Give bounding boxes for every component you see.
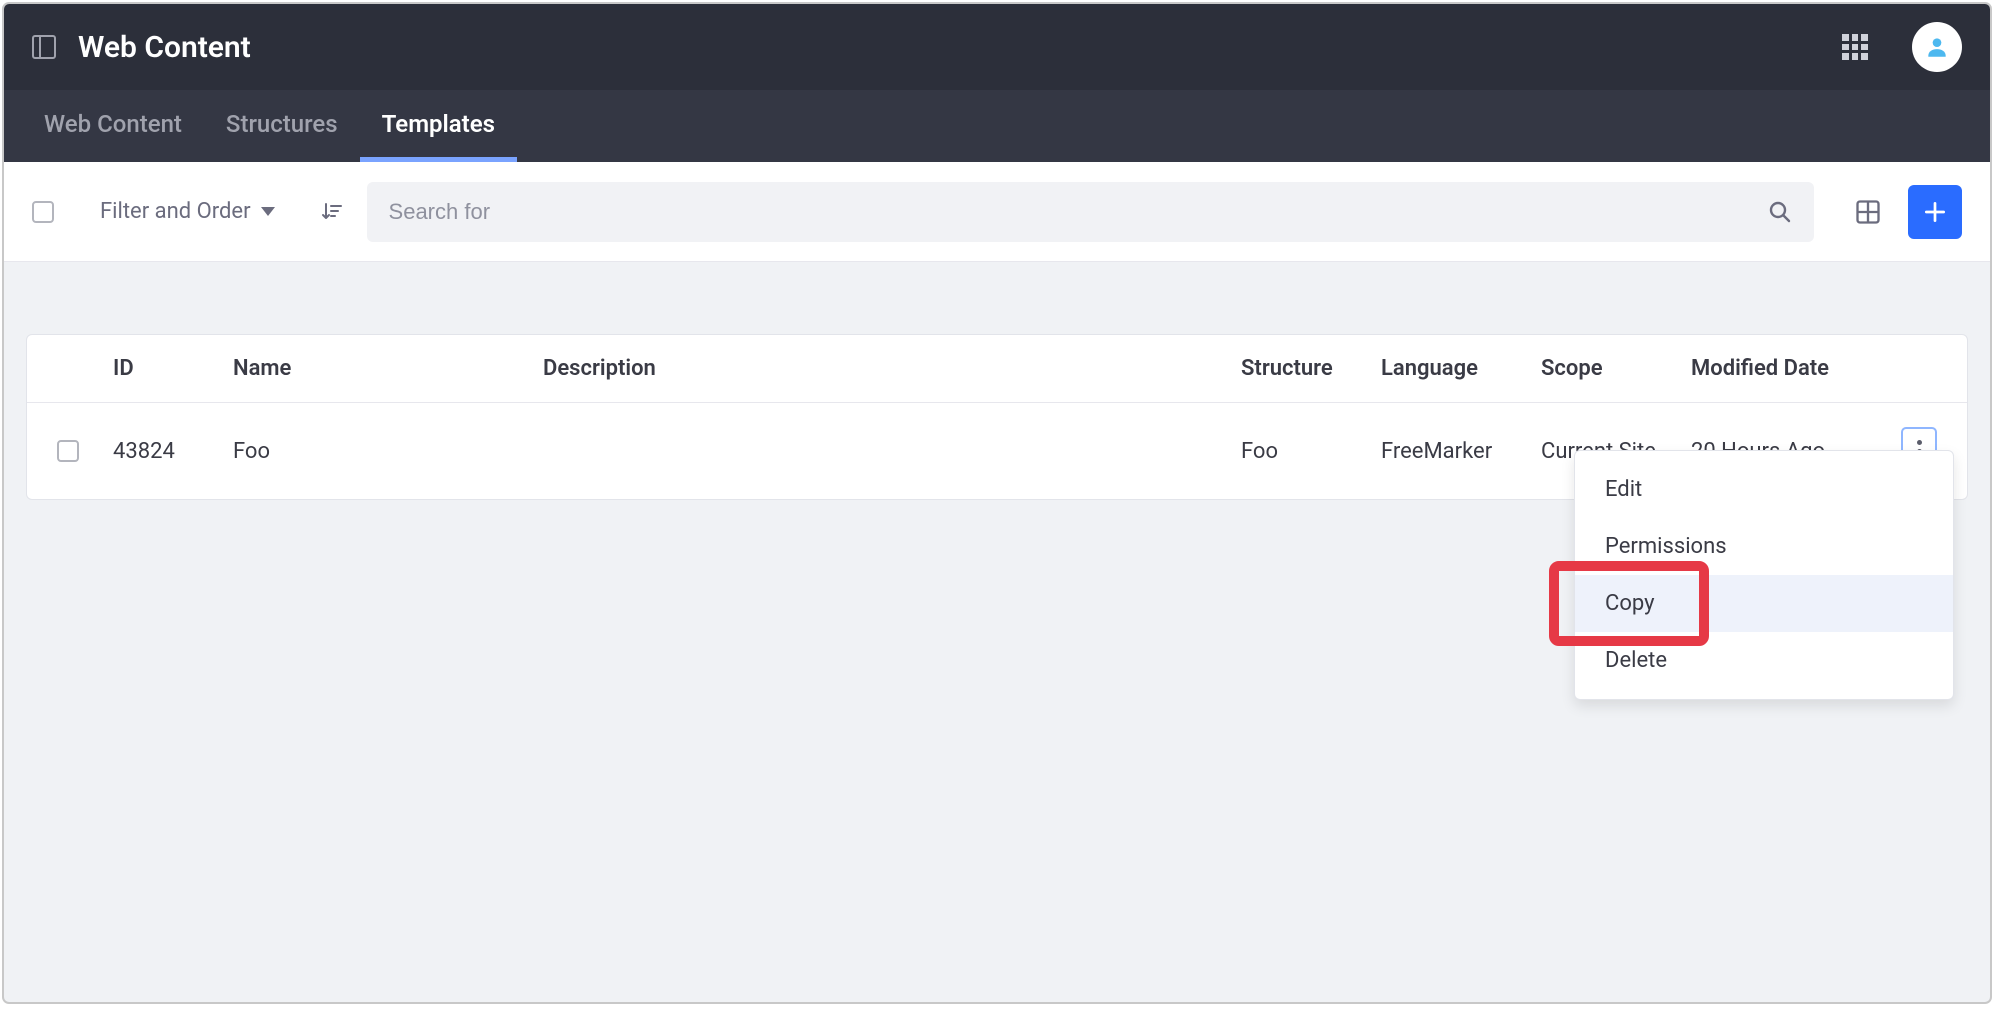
view-mode-button[interactable] xyxy=(1852,196,1884,228)
cell-structure: Foo xyxy=(1229,425,1369,478)
grid-view-icon xyxy=(1854,198,1882,226)
col-scope: Scope xyxy=(1529,342,1679,395)
plus-icon xyxy=(1922,199,1948,225)
page-title: Web Content xyxy=(78,30,251,65)
col-modified: Modified Date xyxy=(1679,342,1889,395)
content-area: ID Name Description Structure Language S… xyxy=(4,262,1990,500)
cell-language: FreeMarker xyxy=(1369,425,1529,478)
row-checkbox[interactable] xyxy=(57,440,79,462)
add-button[interactable] xyxy=(1908,185,1962,239)
nav-tabs: Web Content Structures Templates xyxy=(4,90,1990,162)
topbar: Web Content xyxy=(4,4,1990,90)
table-header-row: ID Name Description Structure Language S… xyxy=(27,335,1967,403)
search-input[interactable] xyxy=(389,199,1752,225)
cell-name: Foo xyxy=(221,425,531,478)
select-all-checkbox[interactable] xyxy=(32,201,54,223)
toolbar: Filter and Order xyxy=(4,162,1990,262)
tab-web-content[interactable]: Web Content xyxy=(32,90,204,162)
cell-id: 43824 xyxy=(101,425,221,478)
menu-item-delete[interactable]: Delete xyxy=(1575,632,1953,689)
search-icon[interactable] xyxy=(1768,200,1792,224)
col-structure: Structure xyxy=(1229,342,1369,395)
col-id: ID xyxy=(101,342,221,395)
panel-toggle-icon[interactable] xyxy=(32,35,56,59)
menu-item-permissions[interactable]: Permissions xyxy=(1575,518,1953,575)
filter-label: Filter and Order xyxy=(100,199,251,224)
col-language: Language xyxy=(1369,342,1529,395)
apps-grid-icon[interactable] xyxy=(1842,34,1868,60)
sort-button[interactable] xyxy=(319,200,343,224)
col-name: Name xyxy=(221,342,531,395)
cell-description xyxy=(531,437,1229,465)
filter-order-button[interactable]: Filter and Order xyxy=(100,199,275,224)
sort-icon xyxy=(319,200,343,224)
row-actions-menu: Edit Permissions Copy Delete xyxy=(1574,450,1954,700)
user-icon xyxy=(1924,34,1950,60)
user-avatar[interactable] xyxy=(1912,22,1962,72)
caret-down-icon xyxy=(261,207,275,216)
col-description: Description xyxy=(531,342,1229,395)
tab-structures[interactable]: Structures xyxy=(204,90,360,162)
tab-templates[interactable]: Templates xyxy=(360,90,517,162)
search-field[interactable] xyxy=(367,182,1814,242)
menu-item-edit[interactable]: Edit xyxy=(1575,461,1953,518)
menu-item-copy[interactable]: Copy xyxy=(1575,575,1953,632)
